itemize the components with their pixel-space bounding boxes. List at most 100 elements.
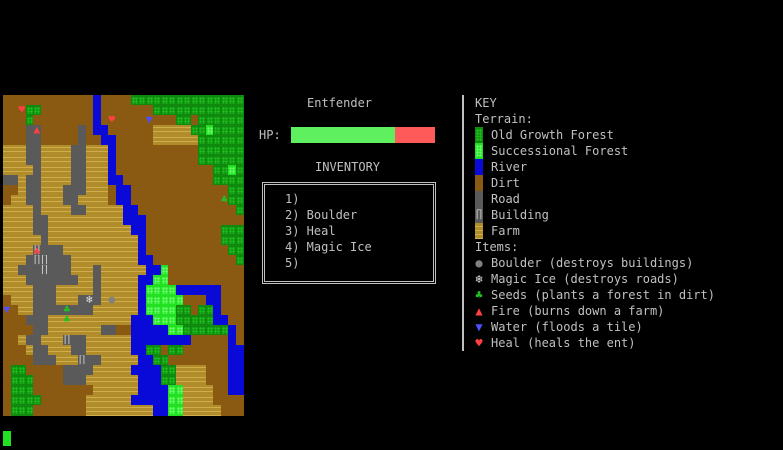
map-item-glyph: ♥ [108, 115, 116, 125]
inventory-slot-5[interactable]: 5) [285, 255, 299, 271]
old-growth-tile [235, 165, 244, 176]
hp-bar-fill [291, 127, 395, 143]
key-terrain-label: Building [491, 208, 549, 222]
key-terrain-label: Old Growth Forest [491, 128, 614, 142]
map-item-glyph: ♣ [220, 195, 228, 205]
building-icon: ∏ [475, 207, 483, 223]
dirt-tile [235, 335, 244, 346]
river-tile [235, 385, 244, 396]
river-icon [475, 159, 483, 175]
key-terrain-road: Road [475, 191, 715, 207]
map-item-glyph: ❄ [85, 295, 93, 305]
dirt-tile [235, 395, 244, 406]
river-tile [235, 355, 244, 366]
key-item-label: Seeds (plants a forest in dirt) [491, 288, 715, 302]
dirt-tile [235, 265, 244, 276]
hp-label: HP: [259, 128, 281, 142]
key-terrain-river: River [475, 159, 715, 175]
farm-icon [475, 223, 483, 239]
old-growth-tile [235, 185, 244, 196]
key-legend: KEY Terrain: Old Growth Forest Successio… [475, 95, 715, 351]
key-terrain-farm: Farm [475, 223, 715, 239]
key-items-title: Items: [475, 240, 519, 254]
dirt-tile [235, 295, 244, 306]
old-growth-tile [235, 235, 244, 246]
old-growth-tile [235, 125, 244, 136]
dirt-tile [235, 315, 244, 326]
key-item-label: Fire (burns down a farm) [491, 304, 665, 318]
inventory-slot-3[interactable]: 3) Heal [285, 223, 336, 239]
map-item-glyph: ▲ [33, 245, 41, 255]
inventory-slot-2[interactable]: 2) Boulder [285, 207, 357, 223]
old-growth-tile [235, 255, 244, 266]
seeds-icon: ♣ [475, 288, 483, 302]
game-map[interactable]: ∏ ∏ ∏ ∏ ∏ ∏ ♥ ♥ ▼ ▲ ▲ ♣ ❄ ● ▼ ♣ ♣ [3, 95, 244, 416]
key-terrain-old-growth: Old Growth Forest [475, 127, 715, 143]
key-terrain-successional: Successional Forest [475, 143, 715, 159]
inventory-slot-1[interactable]: 1) [285, 191, 299, 207]
old-growth-tile [235, 105, 244, 116]
key-item-magic-ice: ❄ Magic Ice (destroys roads) [475, 271, 715, 287]
key-terrain-building: ∏ Building [475, 207, 715, 223]
map-item-glyph: ▼ [3, 305, 11, 315]
text-cursor [3, 431, 11, 446]
old-growth-tile [235, 95, 244, 106]
old-growth-tile [235, 245, 244, 256]
key-terrain-label: Farm [491, 224, 520, 238]
key-title: KEY [475, 96, 497, 110]
key-item-label: Water (floods a tile) [491, 320, 643, 334]
key-item-heal: ♥ Heal (heals the ent) [475, 335, 715, 351]
dirt-tile [235, 285, 244, 296]
key-terrain-label: Dirt [491, 176, 520, 190]
player-name: Entfender [307, 96, 373, 110]
map-item-glyph: ▼ [145, 115, 153, 125]
key-terrain-label: Successional Forest [491, 144, 629, 158]
key-terrain-label: River [491, 160, 528, 174]
old-growth-tile [235, 175, 244, 186]
boulder-icon: ● [475, 256, 483, 270]
key-terrain-label: Road [491, 192, 520, 206]
panel-divider [462, 95, 464, 351]
dirt-tile [235, 405, 244, 416]
map-item-glyph: ♣ [63, 305, 71, 315]
map-item-glyph: ♣ [63, 315, 71, 325]
water-icon: ▼ [475, 320, 483, 334]
successional-forest-icon [475, 143, 483, 159]
old-growth-tile [235, 115, 244, 126]
key-item-label: Heal (heals the ent) [491, 336, 636, 350]
old-growth-tile [235, 145, 244, 156]
dirt-icon [475, 175, 483, 191]
map-item-glyph: ● [108, 295, 116, 305]
key-terrain-title: Terrain: [475, 112, 533, 126]
dirt-tile [235, 275, 244, 286]
river-tile [235, 365, 244, 376]
river-tile [235, 375, 244, 386]
key-item-fire: ▲ Fire (burns down a farm) [475, 303, 715, 319]
magic-ice-icon: ❄ [475, 272, 483, 286]
river-tile [235, 345, 244, 356]
fire-icon: ▲ [475, 304, 483, 318]
old-growth-tile [235, 205, 244, 216]
old-growth-tile [235, 135, 244, 146]
inventory-box: 1) 2) Boulder 3) Heal 4) Magic Ice 5) [262, 182, 436, 284]
map-item-glyph: ▲ [33, 125, 41, 135]
inventory-title: INVENTORY [315, 160, 381, 174]
dirt-tile [235, 305, 244, 316]
old-growth-forest-icon [475, 127, 483, 143]
key-item-label: Boulder (destroys buildings) [491, 256, 694, 270]
key-item-water: ▼ Water (floods a tile) [475, 319, 715, 335]
key-item-seeds: ♣ Seeds (plants a forest in dirt) [475, 287, 715, 303]
map-item-glyph: ♥ [18, 105, 26, 115]
key-terrain-dirt: Dirt [475, 175, 715, 191]
dirt-tile [235, 215, 244, 226]
old-growth-tile [235, 225, 244, 236]
old-growth-tile [235, 155, 244, 166]
inventory-slot-4[interactable]: 4) Magic Ice [285, 239, 372, 255]
dirt-tile [235, 325, 244, 336]
old-growth-tile [235, 195, 244, 206]
road-icon [475, 191, 483, 207]
key-item-label: Magic Ice (destroys roads) [491, 272, 679, 286]
hp-bar [291, 127, 435, 143]
heal-icon: ♥ [475, 336, 483, 350]
key-item-boulder: ● Boulder (destroys buildings) [475, 255, 715, 271]
